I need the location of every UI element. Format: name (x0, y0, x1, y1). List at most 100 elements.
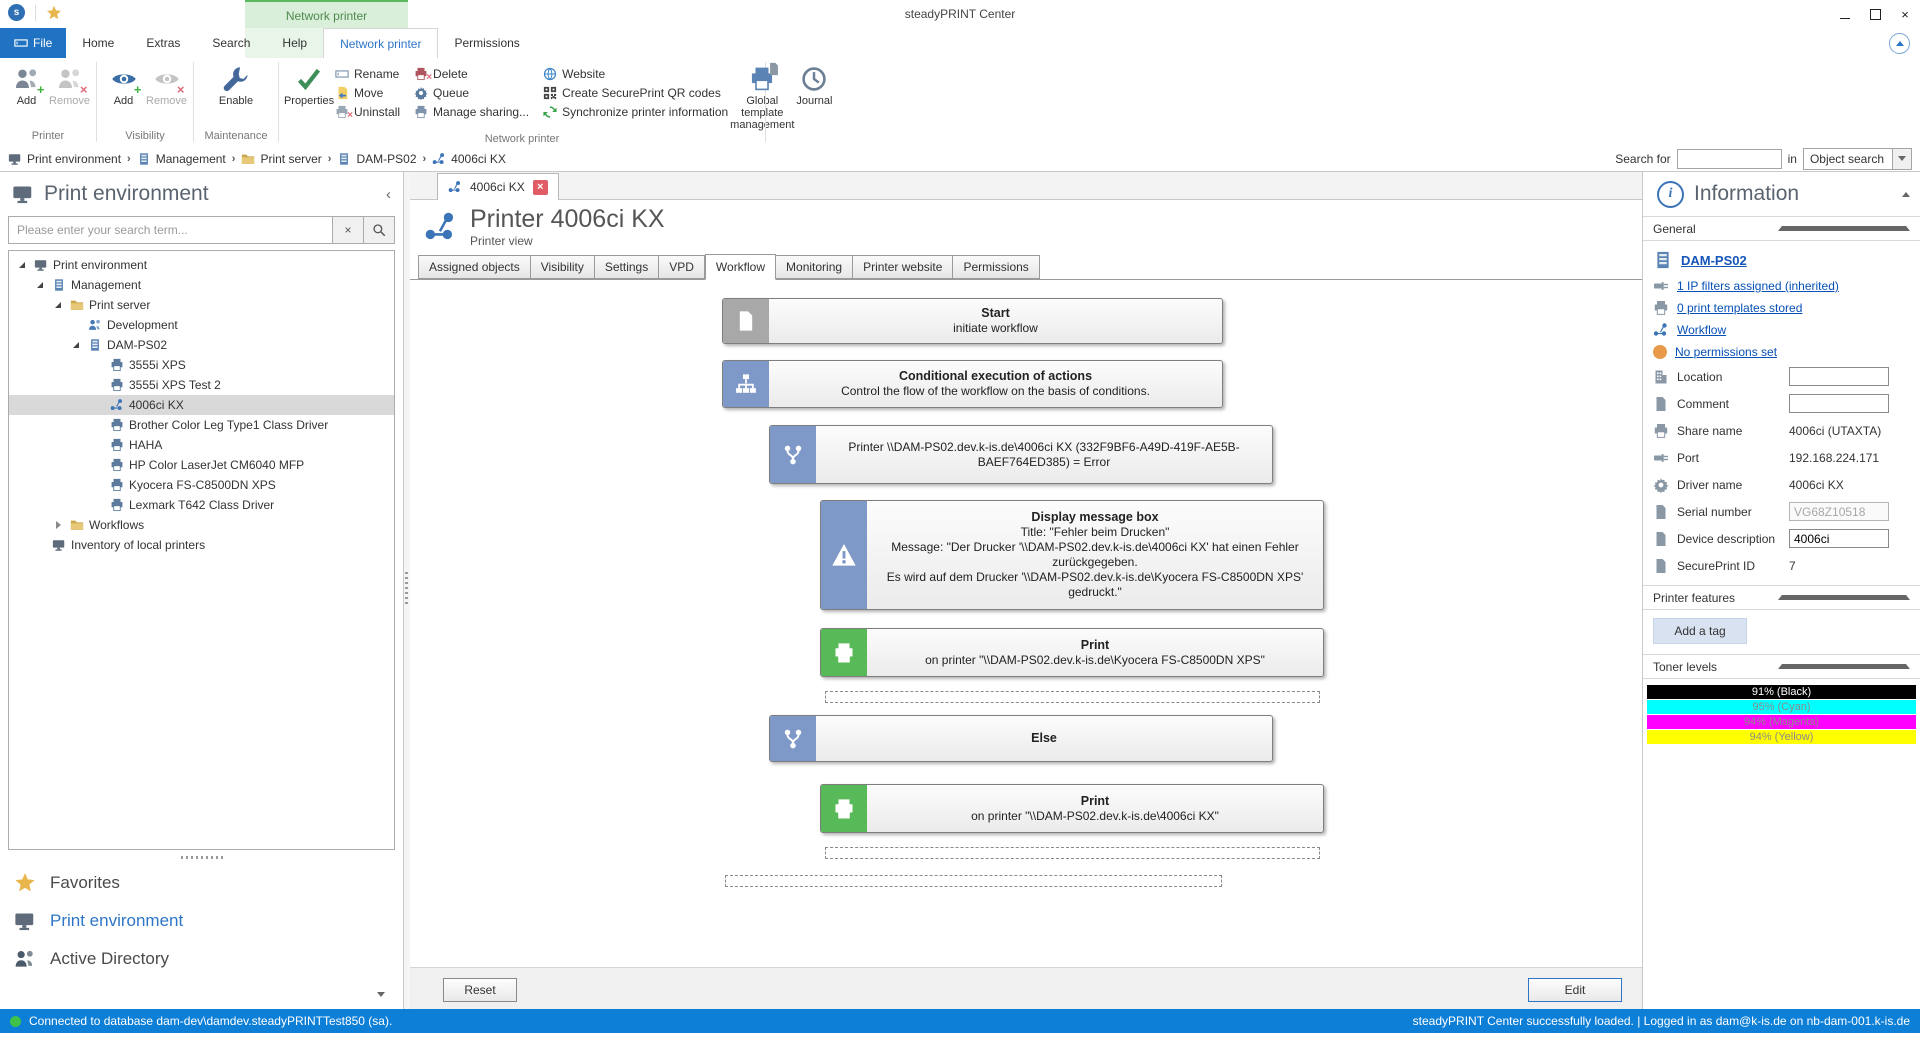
workflow-step-condition[interactable]: Printer \\DAM-PS02.dev.k-is.de\4006ci KX… (769, 425, 1273, 484)
nav-favorites[interactable]: Favorites (14, 864, 403, 902)
tab-settings[interactable]: Settings (595, 255, 659, 279)
close-tab-icon[interactable]: × (533, 180, 548, 195)
uninstall-button[interactable]: ×Uninstall (335, 102, 400, 121)
tree-item-management[interactable]: Management (9, 275, 394, 295)
minimize-button[interactable] (1830, 0, 1860, 28)
breadcrumb-dam-ps02[interactable]: DAM-PS02 (337, 152, 416, 166)
ip-filters-row[interactable]: 1 IP filters assigned (inherited) (1643, 275, 1920, 297)
tab-help[interactable]: Help (266, 28, 323, 58)
queue-button[interactable]: Queue (414, 83, 529, 102)
edit-button[interactable]: Edit (1528, 978, 1622, 1002)
comment-input[interactable] (1789, 394, 1889, 413)
tree-item-development[interactable]: Development (9, 315, 394, 335)
tree-item-brother-driver[interactable]: Brother Color Leg Type1 Class Driver (9, 415, 394, 435)
breadcrumb-print-environment[interactable]: Print environment (8, 152, 121, 166)
tree-item-dam-ps02[interactable]: DAM-PS02 (9, 335, 394, 355)
breadcrumb-management[interactable]: Management (137, 152, 226, 166)
workflow-step-else[interactable]: Else (769, 715, 1273, 762)
permissions-link[interactable]: No permissions set (1675, 345, 1777, 359)
breadcrumb-print-server[interactable]: Print server (241, 152, 321, 166)
manage-sharing-button[interactable]: Manage sharing... (414, 102, 529, 121)
maximize-button[interactable] (1860, 0, 1890, 28)
workflow-step-start[interactable]: Startinitiate workflow (722, 298, 1223, 344)
search-button[interactable] (363, 217, 394, 243)
add-assignment-button[interactable]: + Add (6, 62, 47, 107)
section-general[interactable]: General (1643, 216, 1920, 241)
tree-search-input[interactable] (9, 217, 332, 243)
tab-visibility[interactable]: Visibility (531, 255, 595, 279)
expander-icon[interactable] (15, 262, 29, 268)
nav-print-environment[interactable]: Print environment (14, 902, 403, 940)
move-button[interactable]: Move (335, 83, 400, 102)
tab-extras[interactable]: Extras (130, 28, 196, 58)
expander-icon[interactable] (69, 342, 83, 348)
tab-monitoring[interactable]: Monitoring (776, 255, 853, 279)
tree-item-haha[interactable]: HAHA (9, 435, 394, 455)
panel-splitter[interactable] (0, 850, 403, 864)
serial-number-input[interactable] (1789, 502, 1889, 521)
remove-visibility-button[interactable]: × Remove (146, 62, 187, 107)
global-template-management-button[interactable]: Global template management (730, 62, 794, 131)
tree-item-print-environment[interactable]: Print environment (9, 255, 394, 275)
tree-item-3555i-xps[interactable]: 3555i XPS (9, 355, 394, 375)
section-printer-features[interactable]: Printer features (1643, 585, 1920, 610)
delete-button[interactable]: ×Delete (414, 64, 529, 83)
workflow-link[interactable]: Workflow (1677, 323, 1726, 337)
clear-search-button[interactable]: × (332, 217, 363, 243)
nav-overflow-icon[interactable] (377, 992, 385, 997)
website-button[interactable]: Website (543, 64, 728, 83)
workflow-drop-placeholder[interactable] (725, 875, 1222, 887)
document-tab-4006ci-kx[interactable]: 4006ci KX × (437, 173, 559, 200)
print-templates-link[interactable]: 0 print templates stored (1677, 301, 1802, 315)
tab-permissions[interactable]: Permissions (438, 28, 535, 58)
nav-active-directory[interactable]: Active Directory (14, 940, 403, 978)
server-link[interactable]: DAM-PS02 (1681, 253, 1747, 268)
server-link-row[interactable]: DAM-PS02 (1643, 245, 1920, 275)
tab-permissions[interactable]: Permissions (953, 255, 1039, 279)
reset-button[interactable]: Reset (443, 978, 517, 1002)
tab-network-printer[interactable]: Network printer (323, 28, 438, 60)
print-templates-row[interactable]: 0 print templates stored (1643, 297, 1920, 319)
tab-assigned-objects[interactable]: Assigned objects (418, 255, 531, 279)
tab-vpd[interactable]: VPD (659, 255, 705, 279)
tree-item-lexmark-t642[interactable]: Lexmark T642 Class Driver (9, 495, 394, 515)
tree-item-3555i-xps-test-2[interactable]: 3555i XPS Test 2 (9, 375, 394, 395)
global-search-input[interactable] (1677, 149, 1782, 169)
tab-search[interactable]: Search (196, 28, 266, 58)
breadcrumb-4006ci-kx[interactable]: 4006ci KX (432, 152, 506, 166)
workflow-step-print-fallback[interactable]: Printon printer "\\DAM-PS02.dev.k-is.de\… (820, 628, 1324, 677)
location-input[interactable] (1789, 367, 1889, 386)
section-toner-levels[interactable]: Toner levels (1643, 654, 1920, 679)
ip-filters-link[interactable]: 1 IP filters assigned (inherited) (1677, 279, 1839, 293)
workflow-drop-placeholder[interactable] (825, 847, 1320, 859)
tree-item-4006ci-kx[interactable]: 4006ci KX (9, 395, 394, 415)
remove-assignment-button[interactable]: × Remove (49, 62, 90, 107)
collapse-panel-icon[interactable]: ‹ (386, 186, 391, 203)
permissions-row[interactable]: No permissions set (1643, 341, 1920, 363)
tab-file[interactable]: File (0, 28, 66, 58)
properties-button[interactable]: Properties (285, 62, 333, 107)
workflow-step-print-default[interactable]: Printon printer "\\DAM-PS02.dev.k-is.de\… (820, 784, 1324, 833)
favorites-star-icon[interactable] (46, 5, 62, 21)
tab-printer-website[interactable]: Printer website (853, 255, 953, 279)
enable-maintenance-button[interactable]: Enable (212, 62, 260, 107)
ribbon-collapse-icon[interactable] (1889, 33, 1910, 54)
expander-icon[interactable] (33, 282, 47, 288)
tree-item-workflows[interactable]: Workflows (9, 515, 394, 535)
device-description-input[interactable] (1789, 529, 1889, 548)
workflow-drop-placeholder[interactable] (825, 691, 1320, 703)
add-a-tag-button[interactable]: Add a tag (1653, 618, 1747, 644)
collapse-section-icon[interactable] (1902, 192, 1910, 197)
workflow-step-message-box[interactable]: Display message box Title: "Fehler beim … (820, 500, 1324, 610)
journal-button[interactable]: Journal (796, 62, 832, 107)
tree-item-hp-cm6040[interactable]: HP Color LaserJet CM6040 MFP (9, 455, 394, 475)
expander-icon[interactable] (51, 521, 65, 529)
close-button[interactable]: × (1890, 0, 1920, 28)
workflow-step-conditional[interactable]: Conditional execution of actionsControl … (722, 360, 1223, 408)
tab-workflow[interactable]: Workflow (705, 254, 776, 280)
tree-item-kyocera-fs-c8500dn[interactable]: Kyocera FS-C8500DN XPS (9, 475, 394, 495)
add-visibility-button[interactable]: + Add (103, 62, 144, 107)
tree-item-inventory-local-printers[interactable]: Inventory of local printers (9, 535, 394, 555)
search-scope-select[interactable]: Object search (1803, 148, 1912, 170)
tab-home[interactable]: Home (66, 28, 130, 58)
